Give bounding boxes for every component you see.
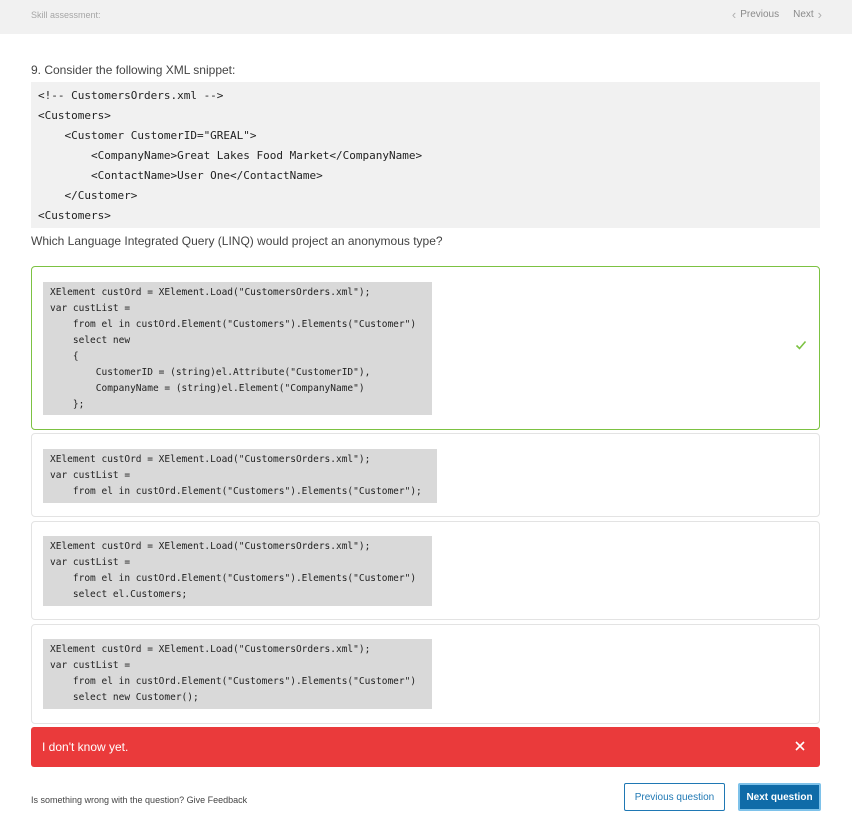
code-line: select new Customer(); (50, 692, 199, 703)
xml-line: </Customer> (38, 189, 138, 202)
assessment-title: Skill assessment: (31, 10, 101, 20)
previous-link[interactable]: Previous (740, 9, 779, 20)
question-label: 9. Consider the following XML snippet: (31, 63, 236, 77)
next-question-button[interactable]: Next question (738, 783, 821, 811)
answer-code: XElement custOrd = XElement.Load("Custom… (43, 639, 432, 709)
answer-option-d[interactable]: XElement custOrd = XElement.Load("Custom… (31, 624, 820, 724)
previous-question-button[interactable]: Previous question (624, 783, 725, 811)
top-bar: Skill assessment: ‹ Previous Next › (0, 0, 852, 34)
code-line: from el in custOrd.Element("Customers").… (50, 573, 417, 584)
dont-know-banner[interactable]: I don't know yet. (31, 727, 820, 767)
question-nav: ‹ Previous Next › (732, 8, 822, 21)
code-line: from el in custOrd.Element("Customers").… (50, 486, 422, 497)
code-line: select new (50, 335, 131, 346)
answer-code: XElement custOrd = XElement.Load("Custom… (43, 282, 432, 415)
chevron-right-icon[interactable]: › (818, 8, 822, 21)
code-line: var custList = (50, 557, 131, 568)
next-link[interactable]: Next (793, 9, 814, 20)
xml-snippet: <!-- CustomersOrders.xml --> <Customers>… (31, 82, 820, 228)
dont-know-text: I don't know yet. (42, 740, 129, 754)
chevron-left-icon[interactable]: ‹ (732, 8, 736, 21)
code-line: XElement custOrd = XElement.Load("Custom… (50, 454, 371, 465)
code-line: { (50, 351, 79, 362)
feedback-link[interactable]: Is something wrong with the question? Gi… (31, 795, 247, 805)
answer-code: XElement custOrd = XElement.Load("Custom… (43, 449, 437, 503)
code-line: }; (50, 399, 85, 410)
code-line: from el in custOrd.Element("Customers").… (50, 676, 417, 687)
code-line: var custList = (50, 470, 131, 481)
answer-option-b[interactable]: XElement custOrd = XElement.Load("Custom… (31, 433, 820, 517)
code-line: XElement custOrd = XElement.Load("Custom… (50, 287, 371, 298)
xml-line: <CompanyName>Great Lakes Food Market</Co… (38, 149, 423, 162)
answer-option-a[interactable]: XElement custOrd = XElement.Load("Custom… (31, 266, 820, 430)
question-prompt: Which Language Integrated Query (LINQ) w… (31, 234, 443, 248)
code-line: var custList = (50, 303, 131, 314)
code-line: CompanyName = (string)el.Element("Compan… (50, 383, 365, 394)
code-line: from el in custOrd.Element("Customers").… (50, 319, 417, 330)
code-line: select el.Customers; (50, 589, 188, 600)
xml-line: <Customers> (38, 109, 111, 122)
check-icon (795, 340, 807, 350)
xml-line: <!-- CustomersOrders.xml --> (38, 89, 224, 102)
code-line: CustomerID = (string)el.Attribute("Custo… (50, 367, 371, 378)
code-line: XElement custOrd = XElement.Load("Custom… (50, 541, 371, 552)
code-line: XElement custOrd = XElement.Load("Custom… (50, 644, 371, 655)
answer-code: XElement custOrd = XElement.Load("Custom… (43, 536, 432, 606)
code-line: var custList = (50, 660, 131, 671)
answer-option-c[interactable]: XElement custOrd = XElement.Load("Custom… (31, 521, 820, 620)
xml-line: <Customer CustomerID="GREAL"> (38, 129, 257, 142)
xml-line: <ContactName>User One</ContactName> (38, 169, 323, 182)
close-icon[interactable] (795, 741, 805, 751)
xml-line: <Customers> (38, 209, 111, 222)
